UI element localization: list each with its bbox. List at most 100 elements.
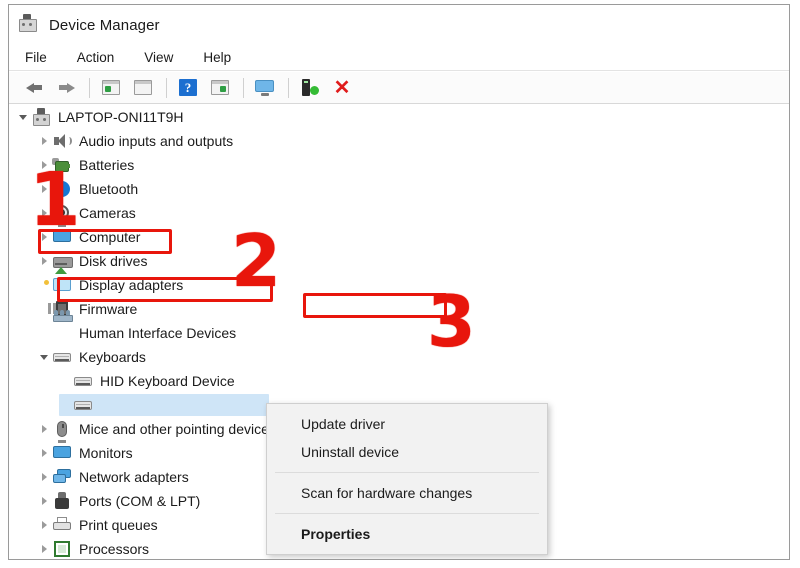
context-menu-properties[interactable]: Properties [267,520,547,548]
context-menu-separator [275,472,539,473]
toolbar-separator [288,77,289,98]
uninstall-device-icon: ✕ [333,76,351,99]
title-bar: Device Manager [9,5,789,45]
toolbar-forward[interactable] [51,75,81,101]
context-menu-item-label: Uninstall device [301,444,400,460]
context-menu-item-label: Scan for hardware changes [301,485,473,501]
port-icon [52,492,72,510]
tree-item-label: Ports (COM & LPT) [79,493,201,509]
toolbar-properties[interactable] [128,75,158,101]
toolbar-help[interactable]: ? [173,75,203,101]
menu-view[interactable]: View [142,48,175,67]
tree-item-label: Keyboards [79,349,146,365]
toolbar-scan-hardware[interactable] [250,75,280,101]
window-title: Device Manager [49,16,160,34]
tree-item-label: LAPTOP-ONI11T9H [58,109,184,125]
toolbar-separator [89,77,90,98]
tree-item[interactable]: Cameras [9,201,789,225]
tree-expander[interactable] [36,441,52,465]
toolbar-separator [166,77,167,98]
tree-item-label: Disk drives [79,253,148,269]
chevron-down-icon[interactable] [19,114,27,120]
chevron-right-icon[interactable] [41,137,47,145]
tree-expander[interactable] [15,105,31,129]
context-menu-update-driver[interactable]: Update driver [267,410,547,438]
tree-item-label: HID Keyboard Device [100,373,235,389]
toolbar-update-driver[interactable] [205,75,235,101]
tree-expander[interactable] [36,513,52,537]
tree-expander[interactable] [36,249,52,273]
chevron-right-icon[interactable] [41,545,47,553]
tree-item-label: Network adapters [79,469,189,485]
chevron-down-icon[interactable] [40,354,48,360]
keyboard-icon [73,372,93,390]
tree-item-label: Display adapters [79,277,184,293]
tree-item[interactable]: Batteries [9,153,789,177]
tree-item[interactable]: Audio inputs and outputs [9,129,789,153]
context-menu-item-label: Properties [301,526,371,542]
tree-item-label: Batteries [79,157,135,173]
help-icon: ? [179,79,197,96]
chevron-right-icon[interactable] [41,521,47,529]
tree-item-label: Firmware [79,301,138,317]
tree-item[interactable]: Keyboards [9,345,789,369]
tree-item-label: Cameras [79,205,136,221]
tree-expander[interactable] [36,345,52,369]
tree-expander[interactable] [36,417,52,441]
toolbar-back[interactable] [19,75,49,101]
processor-icon [52,540,72,558]
scan-for-hardware-changes-icon [255,79,275,96]
tree-item-label: Mice and other pointing devices [79,421,276,437]
tree-item[interactable]: Human Interface Devices [9,310,789,345]
tree-expander[interactable] [36,321,52,345]
tree-item-label: Computer [79,229,141,245]
step-1-marker: 1 [29,157,81,243]
printer-icon [52,516,72,534]
tree-expander[interactable] [57,369,73,393]
menu-file[interactable]: File [23,48,49,67]
chevron-right-icon[interactable] [41,257,47,265]
tree-item[interactable]: Disk drives [9,249,789,273]
tree-item-label: Audio inputs and outputs [79,133,234,149]
device-manager-icon [17,14,39,36]
tree-expander[interactable] [36,465,52,489]
update-driver-icon [211,80,229,95]
device-manager-window: Device Manager File Action View Help ? ✕… [8,4,790,560]
menu-help[interactable]: Help [201,48,233,67]
display-adapter-icon [44,267,72,294]
context-menu[interactable]: Update driver Uninstall device Scan for ha… [266,403,548,555]
tree-item[interactable]: ᛏ Bluetooth [9,177,789,201]
context-menu-uninstall-device[interactable]: Uninstall device [267,438,547,466]
tree-item-label: Print queues [79,517,158,533]
show-hide-console-tree-icon [102,80,120,95]
menu-action[interactable]: Action [75,48,117,67]
toolbar-separator [243,77,244,98]
step-2-marker: 2 [231,219,282,303]
monitor-icon [52,440,72,462]
context-menu-item-label: Update driver [301,416,386,432]
context-menu-scan-hardware-changes[interactable]: Scan for hardware changes [267,479,547,507]
forward-arrow-icon [58,81,75,95]
chevron-right-icon[interactable] [41,497,47,505]
menu-bar: File Action View Help [9,45,789,71]
tree-item[interactable]: HID Keyboard Device [9,369,789,393]
chevron-right-icon[interactable] [41,425,47,433]
tree-item[interactable]: Display adapters [9,267,789,297]
tree-item-label: Bluetooth [79,181,139,197]
tree-expander[interactable] [36,273,52,297]
toolbar-console-tree[interactable] [96,75,126,101]
toolbar-enable-device[interactable] [295,75,325,101]
tree-expander[interactable] [36,537,52,559]
tree-item[interactable]: Firmware [9,297,789,321]
tree-item[interactable]: LAPTOP-ONI11T9H [9,105,789,129]
tree-expander[interactable] [36,489,52,513]
step-3-marker: 3 [427,281,476,363]
properties-window-icon [134,80,152,95]
tree-item[interactable]: Computer [9,224,789,249]
tree-expander[interactable] [36,129,52,153]
toolbar-uninstall-device[interactable]: ✕ [327,75,357,101]
mouse-icon [52,420,72,438]
chevron-right-icon[interactable] [41,449,47,457]
chevron-right-icon[interactable] [41,473,47,481]
tree-item-label: Processors [79,541,150,557]
